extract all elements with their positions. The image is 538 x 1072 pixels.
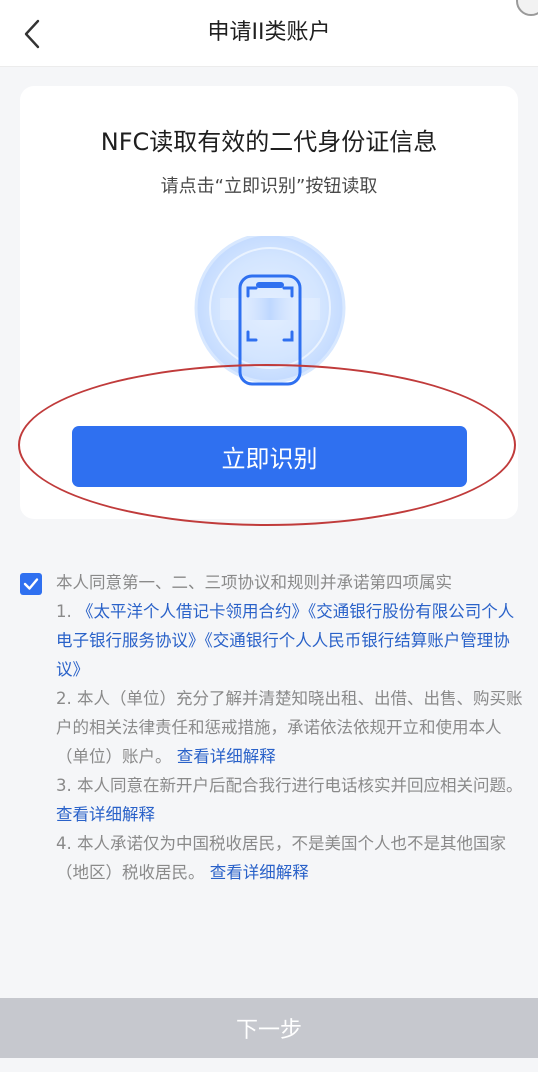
item1-prefix: 1. (56, 602, 77, 621)
item3-text: 3. 本人同意在新开户后配合我行进行电话核实并回应相关问题。 (56, 776, 523, 795)
item2-detail-link[interactable]: 查看详细解释 (177, 747, 276, 766)
nfc-phone-icon (194, 236, 346, 386)
debit-card-contract-link[interactable]: 《太平洋个人借记卡领用合约》 (77, 602, 308, 621)
card-title: NFC读取有效的二代身份证信息 (100, 128, 438, 156)
nfc-card: NFC读取有效的二代身份证信息 请点击“立即识别”按钮读取 立即识别 (20, 86, 518, 519)
card-subtitle: 请点击“立即识别”按钮读取 (160, 176, 378, 197)
agreement-text: 本人同意第一、二、三项协议和规则并承诺第四项属实 1. 《太平洋个人借记卡领用合… (56, 568, 526, 887)
item4-detail-link[interactable]: 查看详细解释 (210, 863, 309, 882)
checkmark-icon (23, 578, 39, 590)
corner-circle-icon (516, 0, 538, 16)
agreement-intro: 本人同意第一、二、三项协议和规则并承诺第四项属实 (56, 573, 452, 592)
agree-checkbox[interactable] (20, 573, 42, 595)
next-step-button[interactable]: 下一步 (0, 998, 538, 1058)
top-bar: 申请II类账户 (0, 0, 538, 67)
recognize-button[interactable]: 立即识别 (72, 426, 467, 487)
item3-detail-link[interactable]: 查看详细解释 (56, 805, 155, 824)
item2-text: 2. 本人（单位）充分了解并清楚知晓出租、出借、出售、购买账户的相关法律责任和惩… (56, 689, 523, 766)
page-title: 申请II类账户 (207, 20, 331, 45)
